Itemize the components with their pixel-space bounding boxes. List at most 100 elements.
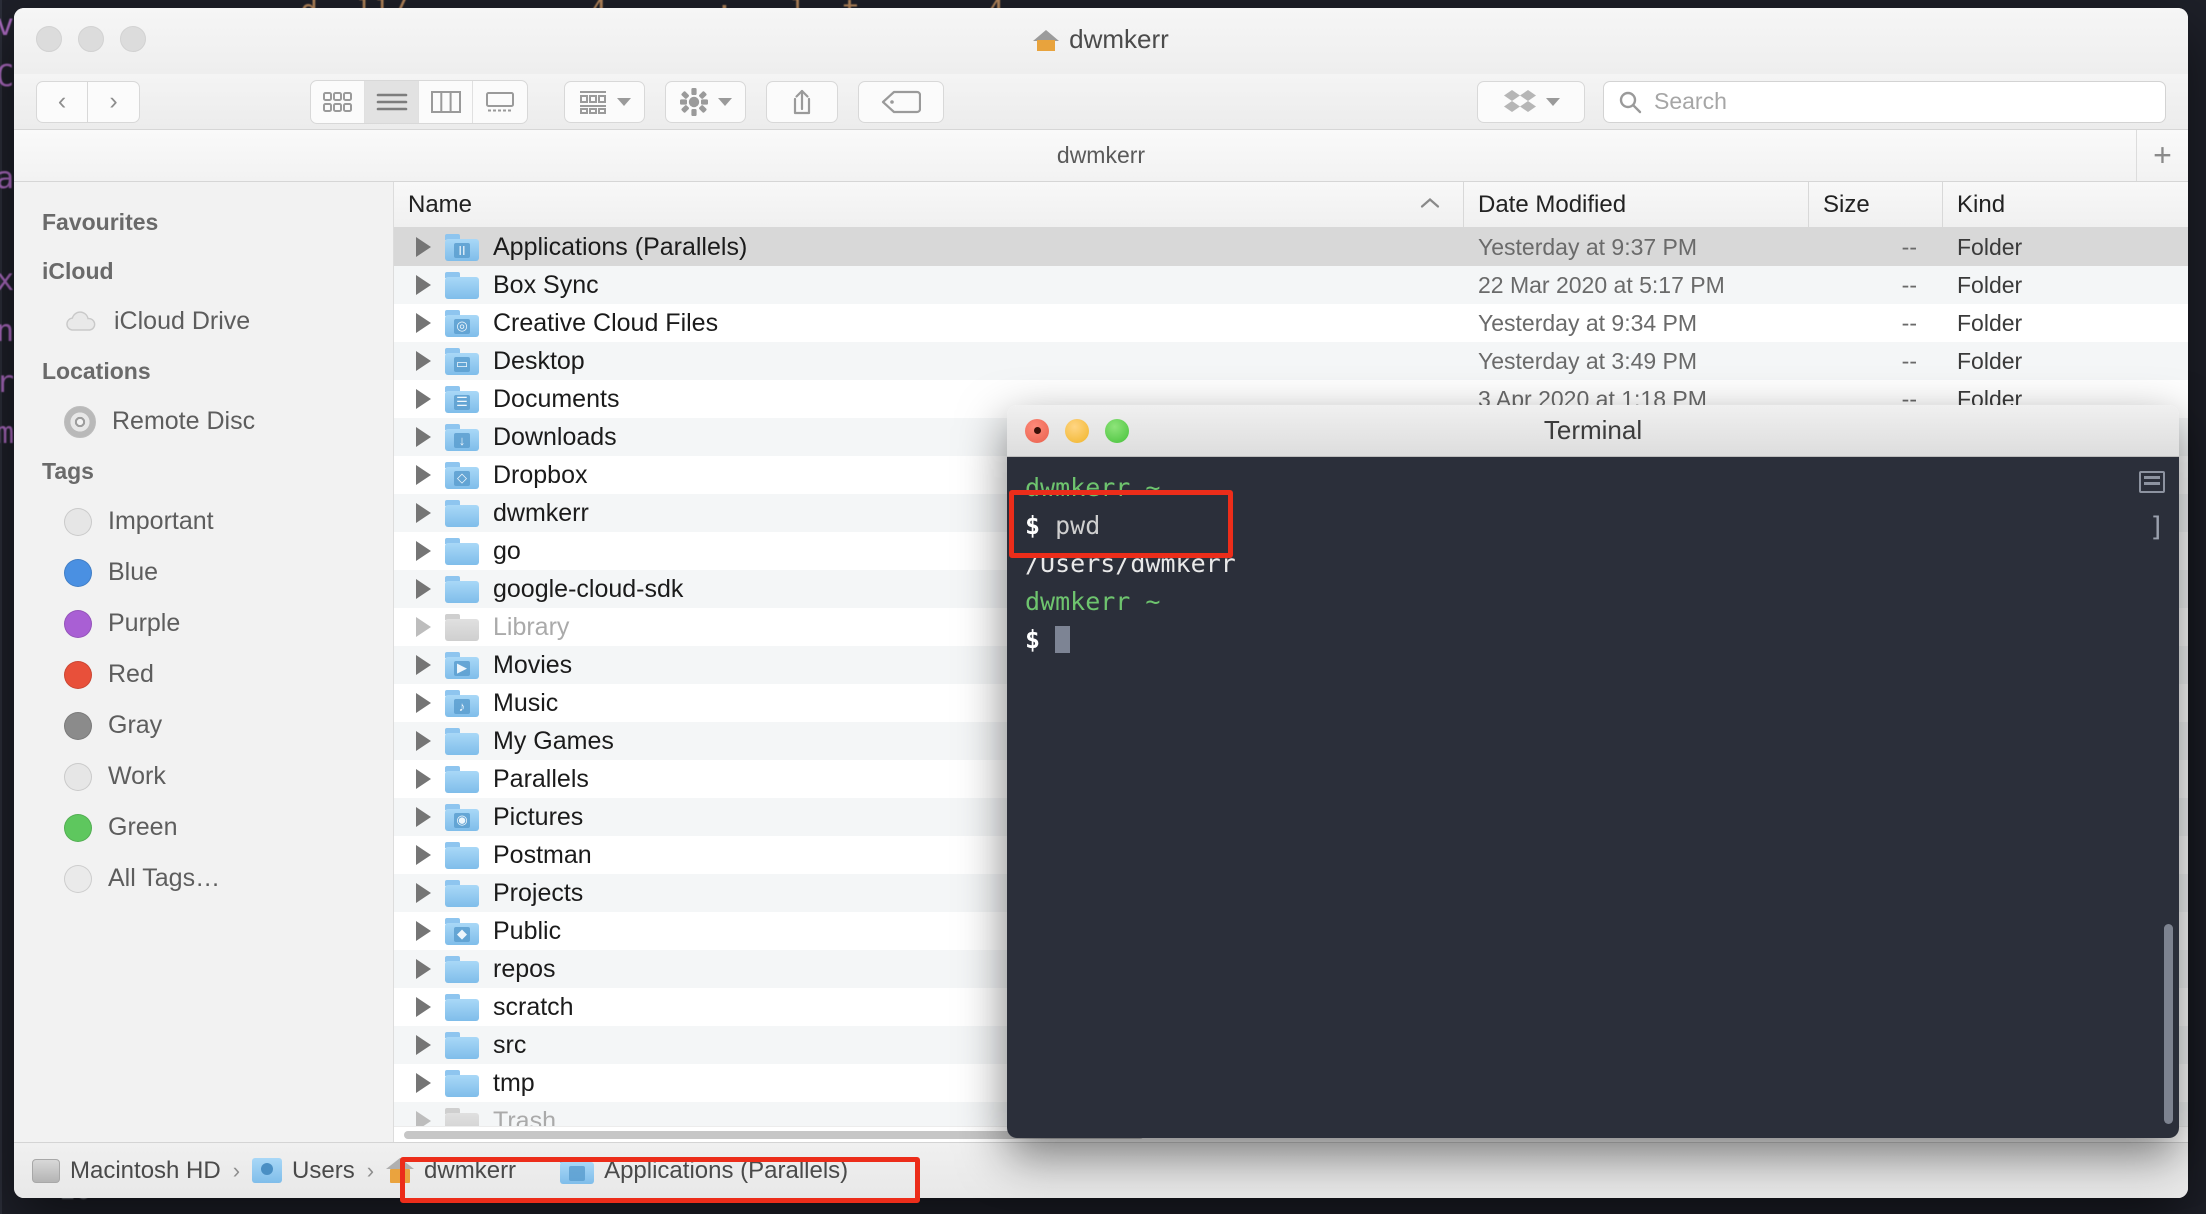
view-mode-segmented-control[interactable] [310,79,528,124]
terminal-notes-icon[interactable] [2139,471,2165,493]
sidebar-item-tag-purple[interactable]: Purple [14,598,393,649]
table-row[interactable]: II Applications (Parallels) Yesterday at 9… [394,228,2188,266]
folder-plain-icon [445,727,479,755]
file-name-cell[interactable]: ▭ Desktop [394,347,1464,376]
sidebar-item-label: Remote Disc [112,407,256,435]
disclosure-triangle-icon[interactable] [416,351,431,371]
terminal-minimize-button[interactable] [1065,418,1089,443]
folder-plain-icon [445,271,479,299]
disclosure-triangle-icon[interactable] [416,617,431,637]
disclosure-triangle-icon[interactable] [416,313,431,333]
new-tab-button[interactable]: + [2136,130,2188,181]
disclosure-triangle-icon[interactable] [416,465,431,485]
file-name-label: repos [493,954,556,983]
folder-movies-icon: ▶ [445,651,479,679]
file-date-cell: Yesterday at 3:49 PM [1478,347,1698,374]
disclosure-triangle-icon[interactable] [416,275,431,295]
share-button[interactable] [766,80,838,123]
tag-dot-icon [64,762,92,791]
disclosure-triangle-icon[interactable] [416,237,431,257]
folder-parallels-icon: II [445,233,479,261]
gallery-view-button[interactable] [473,81,527,123]
sidebar-item-label: Purple [108,609,181,637]
group-by-button[interactable] [564,80,645,123]
terminal-vertical-scrollbar[interactable] [2164,924,2173,1124]
file-kind-cell: Folder [1957,347,2023,374]
terminal-close-button[interactable] [1025,418,1049,443]
back-button[interactable]: ‹ [36,80,88,123]
search-field[interactable]: Search [1603,80,2166,123]
file-name-cell[interactable]: ◎ Creative Cloud Files [394,309,1464,338]
disclosure-triangle-icon[interactable] [416,655,431,675]
disclosure-triangle-icon[interactable] [416,769,431,789]
finder-tab-title[interactable]: dwmkerr [1057,142,1145,169]
breadcrumb-selected-item[interactable]: Applications (Parallels) [560,1157,848,1185]
sidebar-item-remote-disc[interactable]: Remote Disc [14,396,393,447]
column-header-size[interactable]: Size [1809,182,1943,227]
breadcrumb-users[interactable]: Users [252,1157,355,1185]
disclosure-triangle-icon[interactable] [416,731,431,751]
sidebar-item-tag-important[interactable]: Important [14,496,393,547]
breadcrumb-macintosh-hd[interactable]: Macintosh HD [32,1157,221,1185]
disclosure-triangle-icon[interactable] [416,845,431,865]
file-name-label: Creative Cloud Files [493,308,719,337]
disclosure-triangle-icon[interactable] [416,503,431,523]
disclosure-triangle-icon[interactable] [416,1073,431,1093]
sidebar-item-tag-blue[interactable]: Blue [14,547,393,598]
background-code-left: v C a x n r m [0,8,15,451]
breadcrumb-dwmkerr[interactable]: dwmkerr [386,1157,516,1185]
disclosure-triangle-icon[interactable] [416,427,431,447]
terminal-zoom-button[interactable] [1105,418,1129,443]
forward-button[interactable]: › [88,80,140,123]
file-name-cell[interactable]: II Applications (Parallels) [394,233,1464,262]
disclosure-triangle-icon[interactable] [416,693,431,713]
breadcrumb-label: Macintosh HD [70,1156,221,1184]
column-header-date[interactable]: Date Modified [1464,182,1809,227]
file-name-label: tmp [493,1068,535,1097]
file-name-cell[interactable]: Box Sync [394,271,1464,300]
folder-plain-icon [445,1107,479,1126]
file-date-cell: Yesterday at 9:34 PM [1478,309,1698,336]
disclosure-triangle-icon[interactable] [416,883,431,903]
finder-sidebar: Favourites iCloud iCloud Drive Locations… [14,182,394,1142]
sidebar-item-tag-red[interactable]: Red [14,649,393,700]
disclosure-triangle-icon[interactable] [416,921,431,941]
sidebar-item-all-tags[interactable]: All Tags… [14,853,393,904]
disclosure-triangle-icon[interactable] [416,959,431,979]
column-header-name[interactable]: Name [394,182,1464,227]
disclosure-triangle-icon[interactable] [416,997,431,1017]
disclosure-triangle-icon[interactable] [416,579,431,599]
file-size-cell: -- [1901,309,1917,336]
list-view-button[interactable] [365,80,419,123]
action-menu-button[interactable] [665,80,746,123]
nav-buttons[interactable]: ‹ › [36,80,140,123]
terminal-content[interactable]: dwmkerr ~ $ pwd /Users/dwmkerr dwmkerr ~… [1007,457,2179,1138]
dropbox-button[interactable] [1477,80,1585,123]
terminal-line-prompt-2: dwmkerr ~ [1025,583,2161,621]
disclosure-triangle-icon[interactable] [416,1035,431,1055]
disclosure-triangle-icon[interactable] [416,389,431,409]
terminal-traffic-lights[interactable] [1025,418,1129,443]
column-view-button[interactable] [419,80,473,123]
sidebar-item-icloud-drive[interactable]: iCloud Drive [14,296,393,347]
breadcrumb-label: Applications (Parallels) [604,1156,849,1184]
sidebar-item-tag-gray[interactable]: Gray [14,700,393,751]
disclosure-triangle-icon[interactable] [416,1111,431,1126]
sidebar-item-label: Important [108,507,214,535]
file-name-label: Public [493,916,562,945]
terminal-line-output: /Users/dwmkerr [1025,545,2161,583]
file-name-label: Pictures [493,802,584,831]
sidebar-item-tag-work[interactable]: Work [14,751,393,802]
table-row[interactable]: ◎ Creative Cloud Files Yesterday at 9:34 P… [394,304,2188,342]
table-row[interactable]: Box Sync 22 Mar 2020 at 5:17 PM -- Folder [394,266,2188,304]
breadcrumb-label: Users [292,1156,355,1184]
terminal-window-title: Terminal [1543,415,1643,445]
column-header-kind[interactable]: Kind [1943,182,2188,227]
disclosure-triangle-icon[interactable] [416,541,431,561]
icon-view-button[interactable] [311,80,365,123]
table-row[interactable]: ▭ Desktop Yesterday at 3:49 PM -- Folder [394,342,2188,380]
terminal-line-input[interactable]: $ [1025,621,2161,659]
disclosure-triangle-icon[interactable] [416,807,431,827]
sidebar-item-tag-green[interactable]: Green [14,802,393,853]
tags-button[interactable] [858,80,944,123]
